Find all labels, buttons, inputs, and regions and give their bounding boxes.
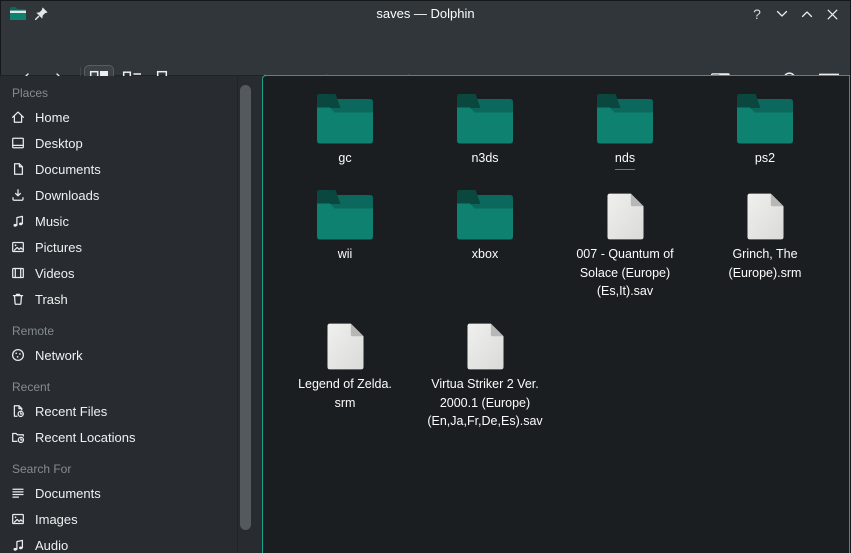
item-label: wii [338,245,353,264]
file-item-grinch-the[interactable]: Grinch, The (Europe).srm [695,188,835,301]
close-button[interactable] [821,3,843,25]
sidebar-item-search-audio[interactable]: Audio [0,532,237,553]
help-button[interactable]: ? [746,3,768,25]
file-item-007-quantum-of-solace[interactable]: 007 - Quantum of Solace (Europe) (Es,It)… [555,188,695,301]
folder-view[interactable]: gc n3ds nds ps2 wii xbox [262,75,850,553]
folder-icon [737,94,793,144]
item-label: 007 - Quantum of Solace (Europe) (Es,It)… [576,245,673,301]
sidebar-item-search-images[interactable]: Images [0,506,237,532]
sidebar-item-network[interactable]: Network [0,342,237,368]
section-header-places: Places [0,82,237,104]
folder-item-gc[interactable]: gc [275,92,415,170]
sidebar-item-recent-files[interactable]: Recent Files [0,398,237,424]
file-icon [607,193,644,240]
item-label: ps2 [755,149,775,168]
picture-icon [10,511,26,527]
section-header-search-for: Search For [0,458,237,480]
item-label: xbox [472,245,498,264]
places-panel: Places Home Desktop Documents Downloads … [0,76,262,553]
network-icon [10,347,26,363]
close-icon [827,9,838,20]
section-header-remote: Remote [0,320,237,342]
folder-item-nds[interactable]: nds [555,92,695,170]
file-item-virtua-striker-2[interactable]: Virtua Striker 2 Ver. 2000.1 (Europe) (E… [415,318,555,431]
sidebar-item-label: Desktop [35,136,83,151]
sidebar-item-search-documents[interactable]: Documents [0,480,237,506]
item-label: gc [338,149,351,168]
file-item-legend-of-zelda[interactable]: Legend of Zelda. srm [275,318,415,431]
sidebar-item-recent-locations[interactable]: Recent Locations [0,424,237,450]
sidebar-item-desktop[interactable]: Desktop [0,130,237,156]
file-icon [467,323,504,370]
sidebar-item-music[interactable]: Music [0,208,237,234]
recent-folder-icon [10,429,26,445]
item-label: nds [615,149,635,170]
item-label: Virtua Striker 2 Ver. 2000.1 (Europe) (E… [427,375,542,431]
chevron-down-icon [776,10,788,18]
sidebar-item-label: Network [35,348,83,363]
toolbar: Home retrodeck saves Split [0,28,851,76]
sidebar-item-label: Trash [35,292,68,307]
home-icon [10,109,26,125]
sidebar-item-label: Audio [35,538,68,553]
trash-icon [10,291,26,307]
text-lines-icon [10,485,26,501]
sidebar-item-pictures[interactable]: Pictures [0,234,237,260]
sidebar-item-videos[interactable]: Videos [0,260,237,286]
section-header-recent: Recent [0,376,237,398]
desktop-icon [10,135,26,151]
sidebar-item-trash[interactable]: Trash [0,286,237,312]
item-label: Grinch, The (Europe).srm [729,245,802,282]
sidebar-item-label: Images [35,512,78,527]
folder-icon [317,94,373,144]
sidebar-item-label: Documents [35,162,101,177]
folder-icon [457,94,513,144]
sidebar-item-label: Videos [35,266,75,281]
folder-item-xbox[interactable]: xbox [415,188,555,301]
download-icon [10,187,26,203]
document-icon [10,161,26,177]
folder-item-wii[interactable]: wii [275,188,415,301]
sidebar-item-label: Recent Files [35,404,107,419]
sidebar-scrollbar[interactable] [240,85,251,530]
maximize-button[interactable] [796,3,818,25]
sidebar-item-documents[interactable]: Documents [0,156,237,182]
file-icon [327,323,364,370]
sidebar-item-label: Music [35,214,69,229]
folder-icon [457,190,513,240]
panel-separator [237,76,238,553]
dolphin-window: saves — Dolphin ? [0,0,851,553]
sidebar-item-label: Home [35,110,70,125]
recent-file-icon [10,403,26,419]
item-label: n3ds [471,149,498,168]
film-icon [10,265,26,281]
folder-icon [317,190,373,240]
sidebar-item-label: Recent Locations [35,430,135,445]
titlebar[interactable]: saves — Dolphin ? [0,0,851,28]
folder-item-n3ds[interactable]: n3ds [415,92,555,170]
music-note-icon [10,537,26,553]
sidebar-item-label: Downloads [35,188,99,203]
picture-icon [10,239,26,255]
sidebar-item-label: Pictures [35,240,82,255]
window-title: saves — Dolphin [0,0,851,28]
sidebar-item-label: Documents [35,486,101,501]
file-icon [747,193,784,240]
chevron-up-icon [801,10,813,18]
item-label: Legend of Zelda. srm [298,375,392,412]
sidebar-item-home[interactable]: Home [0,104,237,130]
folder-icon [597,94,653,144]
sidebar-item-downloads[interactable]: Downloads [0,182,237,208]
music-note-icon [10,213,26,229]
folder-item-ps2[interactable]: ps2 [695,92,835,170]
minimize-button[interactable] [771,3,793,25]
